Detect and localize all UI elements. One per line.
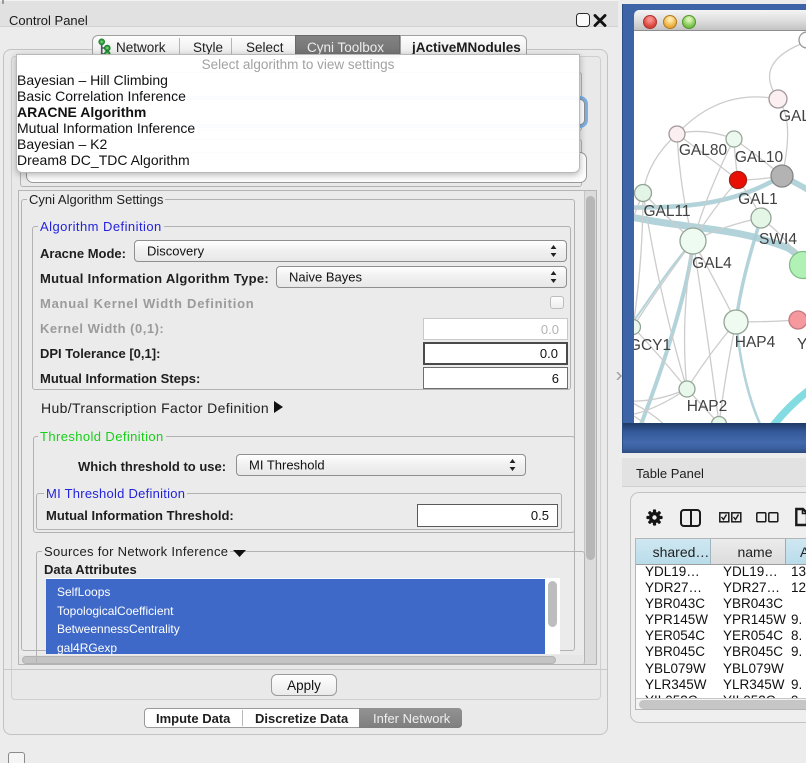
svg-text:GAL1: GAL1 <box>738 191 778 208</box>
svg-text:HAP4: HAP4 <box>735 334 776 351</box>
svg-text:GAL80: GAL80 <box>679 142 728 159</box>
svg-text:SWI4: SWI4 <box>759 231 797 248</box>
svg-text:YP: YP <box>797 336 806 353</box>
svg-text:GAL10: GAL10 <box>735 149 784 166</box>
svg-text:HAP2: HAP2 <box>687 398 728 415</box>
svg-text:GAL11: GAL11 <box>643 203 690 220</box>
svg-text:GAL7: GAL7 <box>779 108 806 125</box>
svg-text:GAL4: GAL4 <box>692 255 732 272</box>
svg-text:GCY1: GCY1 <box>634 337 671 354</box>
